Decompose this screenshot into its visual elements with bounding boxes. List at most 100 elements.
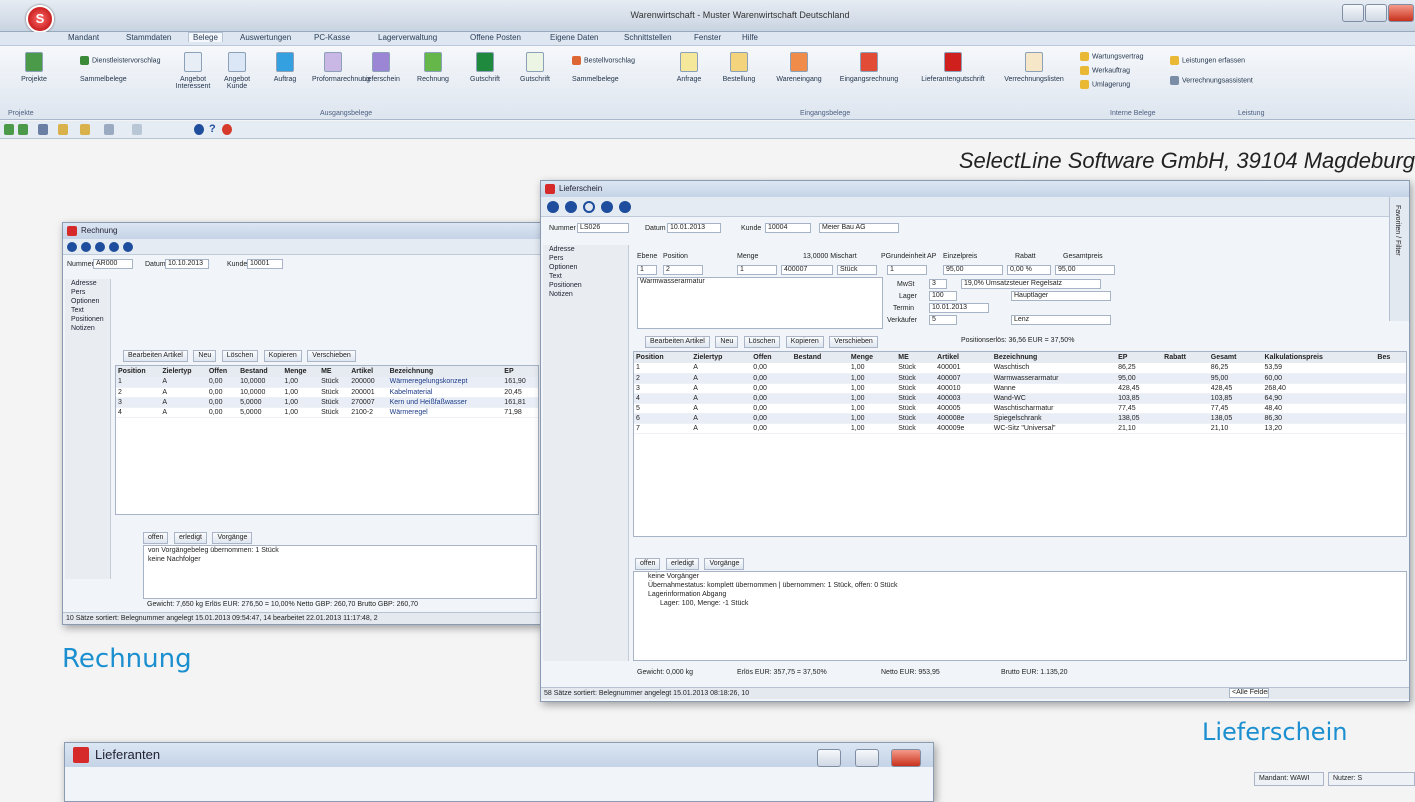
neu-button[interactable]: Neu [715,336,739,348]
sidebar-item-adresse[interactable]: Adresse [543,245,628,254]
column-header[interactable]: Zielertyp [691,352,752,363]
tree-item[interactable]: Übernahmestatus: komplett übernommen | ü… [634,581,1406,590]
datum-field[interactable]: 10.10.2013 [165,259,209,269]
bearbeiten-artikel-button[interactable]: Bearbeiten Artikel [645,336,710,348]
user-icon[interactable] [58,124,68,135]
ribbon-anfrage-button[interactable]: Anfrage [668,52,710,83]
menu-tab-fenster[interactable]: Fenster [694,33,721,42]
column-header[interactable]: Menge [848,352,897,363]
datum-field[interactable]: 10.01.2013 [667,223,721,233]
column-header[interactable]: Bezeichnung [387,366,503,377]
termin-field[interactable]: 10.01.2013 [929,303,989,313]
gesamtpreis-field[interactable]: 95,00 [1055,265,1115,275]
stop-icon[interactable] [222,124,232,135]
sidebar-item-pers[interactable]: Pers [65,288,110,297]
column-header[interactable]: EP [502,366,538,377]
application-menu-button[interactable]: S [26,5,54,33]
menu-tab-belege[interactable]: Belege [188,32,223,42]
column-header[interactable]: Bes [1375,352,1406,363]
column-header[interactable]: Menge [282,366,320,377]
tree-item[interactable]: Lager: 100, Menge: -1 Stück [634,599,1406,608]
ribbon-angebot-interessent-button[interactable]: Angebot Interessent [172,52,214,90]
table-row[interactable]: 1 A 0,00 1,00 Stück 400001 Waschtisch 86,25 86,2… [634,363,1406,374]
lieferanten-minimize-button[interactable] [817,749,841,767]
kopieren-button[interactable]: Kopieren [785,336,824,348]
table-row[interactable]: 3 A 0,00 1,00 Stück 400010 Wanne 428,45 428,45 26… [634,383,1406,394]
tree-item[interactable]: Lagerinformation Abgang [634,590,1406,599]
first-record-icon[interactable] [547,201,559,213]
rabatt-field[interactable]: 0,00 % [1007,265,1051,275]
column-header[interactable]: Position [634,352,692,363]
column-header[interactable]: Position [116,366,161,377]
column-header[interactable]: Artikel [349,366,388,377]
neu-button[interactable]: Neu [193,350,217,362]
mwst-field[interactable]: 3 [929,279,947,289]
ribbon-projekte-button[interactable]: Projekte [18,52,50,83]
menu-tab-offene-posten[interactable]: Offene Posten [470,33,521,42]
kunde-field[interactable]: 10001 [247,259,283,269]
last-record-icon[interactable] [123,242,133,252]
nummer-field[interactable]: LS026 [577,223,629,233]
column-header[interactable]: Bestand [791,352,849,363]
column-header[interactable]: Artikel [935,352,992,363]
info-icon[interactable] [194,124,204,135]
column-header[interactable]: Bezeichnung [991,352,1117,363]
artikel-text-field[interactable]: Warmwasserarmatur [637,277,883,329]
ribbon-wartungsvertrag-button[interactable]: Wartungsvertrag [1080,52,1143,61]
table-row[interactable]: 4 A 0,00 1,00 Stück 400003 Wand-WC 103,85 103,85… [634,393,1406,404]
verschieben-button[interactable]: Verschieben [829,336,878,348]
nummer-field[interactable]: AR000 [93,259,133,269]
prev-record-icon[interactable] [565,201,577,213]
kunde-field[interactable]: 10004 [765,223,811,233]
maximize-button[interactable] [1365,4,1387,22]
tree-item[interactable]: keine Vorgänger [634,572,1406,581]
sidebar-item-notizen[interactable]: Notizen [65,324,110,333]
tab-erledigt[interactable]: erledigt [173,532,207,544]
ribbon-proforma-button[interactable]: Proformarechnung [312,52,370,83]
ribbon-sammelbelege-button[interactable]: Sammelbelege [80,76,127,83]
close-button[interactable] [1388,4,1414,22]
column-header[interactable]: ME [319,366,350,377]
loeschen-button[interactable]: Löschen [743,336,781,348]
table-row[interactable]: 6 A 0,00 1,00 Stück 400008e Spiegelschrank 138,… [634,413,1406,424]
sidebar-item-optionen[interactable]: Optionen [65,297,110,306]
table-row[interactable]: 2 A 0,00 10,0000 1,00 Stück 200001 Kabelmateria… [116,387,538,398]
bearbeiten-artikel-button[interactable]: Bearbeiten Artikel [123,350,188,362]
sidebar-item-text[interactable]: Text [65,306,110,315]
sidebar-item-optionen[interactable]: Optionen [543,263,628,272]
minimize-button[interactable] [1342,4,1364,22]
column-header[interactable]: Kalkulationspreis [1262,352,1376,363]
refresh-all-icon[interactable] [18,124,28,135]
ribbon-verrechnungslisten-button[interactable]: Verrechnungslisten [1004,52,1064,83]
menu-tab-auswertungen[interactable]: Auswertungen [240,33,291,42]
sidebar-item-adresse[interactable]: Adresse [65,279,110,288]
ribbon-verrechnungsassistent-button[interactable]: Verrechnungsassistent [1170,76,1253,85]
menu-tab-pc-kasse[interactable]: PC-Kasse [314,33,350,42]
sidebar-item-notizen[interactable]: Notizen [543,290,628,299]
menu-tab-lagerverwaltung[interactable]: Lagerverwaltung [378,33,437,42]
tab-offen[interactable]: offen [635,558,661,570]
menu-tab-schnittstellen[interactable]: Schnittstellen [624,33,672,42]
tree-item[interactable]: von Vorgängebeleg übernommen: 1 Stück [144,546,536,555]
ribbon-leistungen-button[interactable]: Leistungen erfassen [1170,56,1245,65]
table-row[interactable]: 1 A 0,00 10,0000 1,00 Stück 200000 Wärmeregelun… [116,377,538,388]
verkaeufer-field[interactable]: 5 [929,315,957,325]
ribbon-werkauftrag-button[interactable]: Werkauftrag [1080,66,1130,75]
last-record-icon[interactable] [619,201,631,213]
next-record-icon[interactable] [109,242,119,252]
favoriten-filter-panel[interactable]: Favoriten / Filter [1389,197,1409,321]
tab-offen[interactable]: offen [143,532,169,544]
column-header[interactable]: Bestand [238,366,283,377]
column-header[interactable]: Rabatt [1162,352,1209,363]
menu-tab-stammdaten[interactable]: Stammdaten [126,33,171,42]
table-row[interactable]: 4 A 0,00 5,0000 1,00 Stück 2100-2 Wärmeregel 71,… [116,407,538,418]
column-header[interactable]: ME [896,352,936,363]
lieferanten-close-button[interactable] [891,749,921,767]
help-icon[interactable]: ? [209,123,216,135]
filter-select[interactable]: <Alle Felder> [1229,688,1269,698]
tree-item[interactable]: keine Nachfolger [144,555,536,564]
position-field[interactable]: 2 [663,265,703,275]
column-header[interactable]: Offen [206,366,239,377]
ebene-field[interactable]: 1 [637,265,657,275]
ribbon-sammelbelege-2-button[interactable]: Sammelbelege [572,76,619,83]
